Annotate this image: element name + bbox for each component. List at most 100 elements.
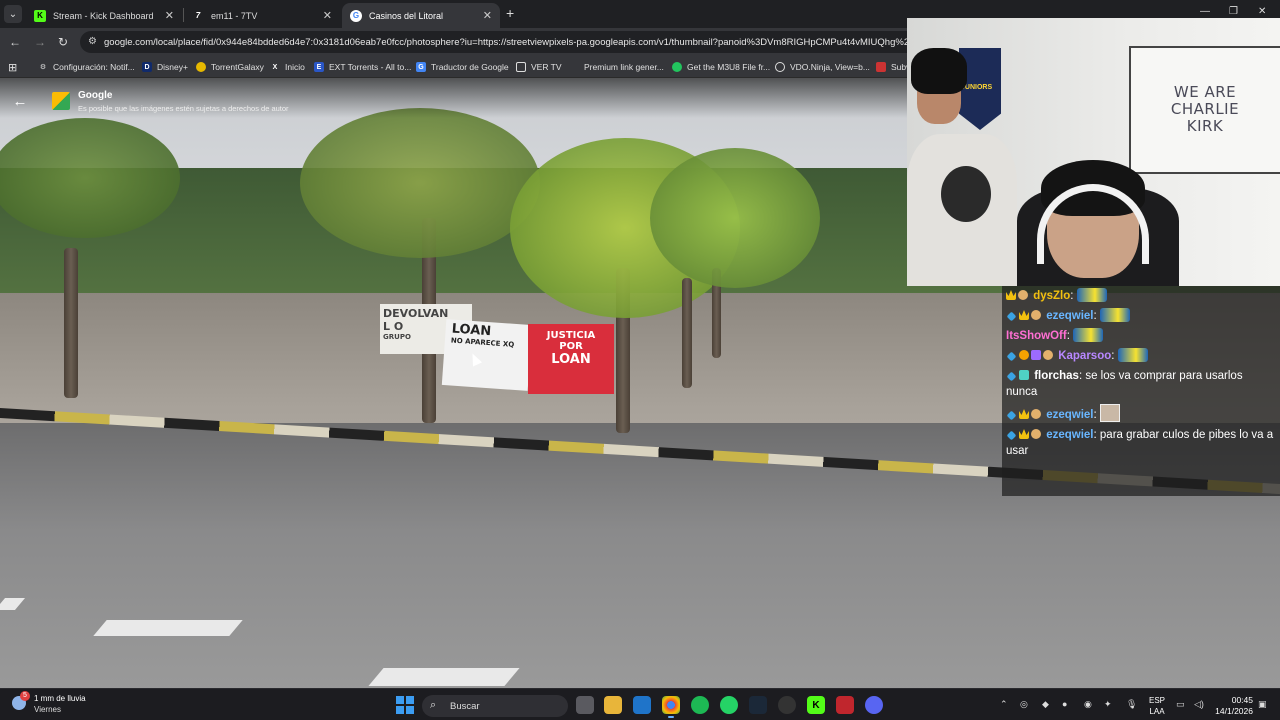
forward-arrow-icon[interactable]: → (34, 35, 46, 49)
search-icon: ⌕ (430, 699, 437, 711)
tray-app-icon[interactable]: ◎ (1020, 699, 1028, 710)
tab-title: em11 - 7TV (211, 10, 258, 21)
emote-icon (1099, 404, 1120, 422)
emote-icon (1073, 328, 1104, 342)
bookmark-item[interactable]: Get the M3U8 File fr... (672, 60, 770, 74)
chat-overlay: dysZlo: ezeqwiel: ItsShowOff: Kaparsoo: … (1002, 286, 1280, 496)
chat-message: Kaparsoo: (1006, 348, 1276, 364)
network-icon[interactable]: ▭ (1176, 699, 1185, 710)
close-tab-icon[interactable]: ✕ (323, 9, 332, 22)
crown-badge-icon (1006, 290, 1016, 300)
grid-badge-icon (1019, 370, 1029, 380)
weather-badge: 5 (20, 691, 30, 701)
bookmark-item[interactable]: D Disney+ (142, 60, 188, 74)
badge-icon (1019, 350, 1029, 360)
translate-icon: G (416, 62, 426, 72)
bookmark-item[interactable]: X Inicio (270, 60, 305, 74)
tab-title: Stream - Kick Dashboard (53, 10, 154, 21)
tray-app-icon[interactable]: ● (1062, 699, 1067, 709)
chat-message: ezeqwiel: (1006, 308, 1276, 324)
back-arrow-icon[interactable]: ← (10, 92, 30, 112)
clock[interactable]: 00:45 14/1/2026 (1213, 695, 1253, 717)
x-icon: X (272, 63, 278, 71)
new-tab-plus-icon[interactable]: + (506, 5, 514, 21)
gift-badge-icon (1031, 350, 1041, 360)
sub-badge-icon (1018, 290, 1028, 300)
tray-overflow-icon[interactable]: ⌃ (1000, 699, 1008, 710)
language-indicator[interactable]: ESP LAA (1146, 695, 1168, 717)
kick-icon: K (34, 9, 46, 22)
bookmark-item[interactable]: VDO.Ninja, View=b... (775, 60, 870, 74)
sub-badge-icon (1031, 409, 1041, 419)
bookmark-item[interactable]: ⚙ Configuración: Notif... (38, 60, 135, 74)
sub-badge-icon (1031, 429, 1041, 439)
emote-icon (1117, 348, 1148, 362)
notification-icon[interactable]: ▣ (1258, 699, 1267, 710)
windows-taskbar: 5 1 mm de lluvia Viernes ⌕ Buscar K ⌃ ◎ … (0, 688, 1280, 720)
webcam-overlay: WE ARE CHARLIE KIRK JUNIORS (907, 18, 1280, 286)
task-view-icon[interactable] (576, 696, 594, 714)
back-arrow-icon[interactable]: ← (9, 35, 21, 49)
streamer (1017, 160, 1179, 286)
whatsapp-icon[interactable] (720, 696, 738, 714)
link-icon (569, 62, 579, 72)
restore-icon[interactable]: ❐ (1229, 6, 1238, 17)
microphone-icon[interactable]: 🎙 (1126, 699, 1137, 710)
sword-badge-icon (1006, 430, 1017, 441)
close-window-icon[interactable]: ✕ (1258, 6, 1266, 17)
bookmark-item[interactable]: Subv (876, 60, 910, 74)
file-explorer-icon[interactable] (604, 696, 622, 714)
discord-icon[interactable] (865, 696, 883, 714)
copyright-notice: Es posible que las imágenes estén sujeta… (78, 104, 289, 113)
tab-search-chevron-icon[interactable]: ⌄ (4, 5, 22, 23)
volume-icon[interactable]: ◁) (1194, 699, 1204, 710)
site-info-icon[interactable]: ⚙ (88, 36, 97, 47)
tab-kick-dashboard[interactable]: K Stream - Kick Dashboard ✕ (26, 3, 182, 28)
minimize-icon[interactable]: — (1200, 6, 1210, 17)
steam-icon[interactable] (749, 696, 767, 714)
sword-badge-icon (1006, 311, 1017, 322)
bookmark-item[interactable]: E EXT Torrents - All to... (314, 60, 411, 74)
reload-icon[interactable]: ↻ (58, 35, 68, 49)
close-tab-icon[interactable]: ✕ (483, 9, 492, 22)
chat-message: florchas: se los va comprar para usarlos… (1006, 370, 1243, 398)
chat-message: ItsShowOff: (1006, 328, 1276, 344)
bookmark-item[interactable]: VER TV (516, 60, 562, 74)
vdo-ninja-icon (775, 62, 785, 72)
disney-icon: D (142, 62, 152, 72)
chat-message: dysZlo: (1006, 288, 1276, 304)
justicia-banner: JUSTICIA POR LOAN (528, 324, 614, 394)
person-standing (907, 48, 1019, 286)
gear-icon: ⚙ (39, 64, 47, 71)
tray-app-icon[interactable]: ◉ (1084, 699, 1092, 710)
crown-badge-icon (1019, 409, 1029, 419)
start-windows-icon[interactable] (396, 696, 414, 714)
crown-badge-icon (1019, 310, 1029, 320)
close-tab-icon[interactable]: ✕ (165, 9, 174, 22)
chrome-icon[interactable] (662, 696, 680, 718)
steam-tray-icon[interactable]: ✦ (1104, 699, 1112, 710)
obs-icon[interactable] (778, 696, 796, 714)
photos-icon[interactable] (633, 696, 651, 714)
app-icon[interactable] (836, 696, 854, 714)
google-icon: G (350, 9, 362, 22)
sword-badge-icon (1006, 410, 1017, 421)
tab-7tv[interactable]: 7 em11 - 7TV ✕ (184, 3, 340, 28)
crown-badge-icon (1019, 429, 1029, 439)
apps-grid-icon[interactable]: ⊞ (8, 60, 17, 74)
bookmark-item[interactable]: G Traductor de Google (416, 60, 509, 74)
loan-banner: LOAN NO APARECE XQ (441, 319, 533, 391)
bookmark-item[interactable]: Premium link gener... (569, 60, 664, 74)
discord-tray-icon[interactable]: ◆ (1042, 699, 1049, 710)
kick-icon[interactable]: K (807, 696, 825, 714)
m3u8-icon (672, 62, 682, 72)
tab-title: Casinos del Litoral (369, 10, 444, 21)
tab-casinos-del-litoral[interactable]: G Casinos del Litoral ✕ (342, 3, 500, 28)
bookmark-item[interactable]: TorrentGalaxy (196, 60, 264, 74)
address-bar[interactable]: ⚙ google.com/local/place/fid/0x944e84bdd… (80, 31, 920, 53)
whiteboard-text: WE ARE CHARLIE KIRK (1170, 83, 1240, 135)
emote-icon (1099, 308, 1130, 322)
spotify-icon[interactable] (691, 696, 709, 714)
sword-badge-icon (1006, 351, 1017, 362)
taskbar-search[interactable]: ⌕ Buscar (422, 695, 568, 717)
